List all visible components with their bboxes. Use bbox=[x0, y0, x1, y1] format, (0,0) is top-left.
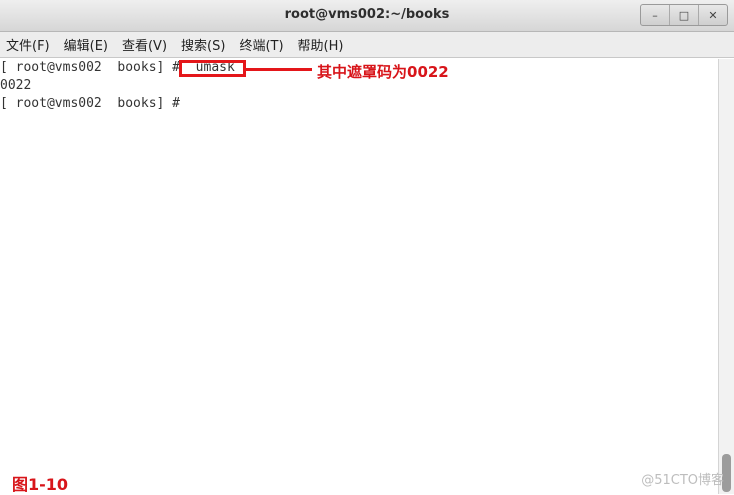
minimize-button[interactable]: – bbox=[641, 5, 669, 25]
menu-view[interactable]: 查看(V) bbox=[122, 35, 167, 54]
terminal-line-output: 0022 bbox=[0, 78, 32, 93]
menu-help[interactable]: 帮助(H) bbox=[298, 35, 344, 54]
callout-line bbox=[246, 68, 312, 71]
figure-label: 图1-10 bbox=[12, 475, 69, 494]
window-title: root@vms002:~/books bbox=[284, 7, 450, 22]
maximize-button[interactable]: □ bbox=[669, 5, 698, 25]
terminal-scrollbar[interactable] bbox=[718, 59, 734, 494]
terminal-output[interactable]: [ root@vms002 books] # umask 0022 [ root… bbox=[0, 59, 718, 494]
menu-search[interactable]: 搜索(S) bbox=[181, 35, 225, 54]
window-titlebar[interactable]: root@vms002:~/books – □ ✕ bbox=[0, 0, 734, 32]
menu-file[interactable]: 文件(F) bbox=[6, 35, 50, 54]
watermark: @51CTO博客 bbox=[641, 473, 724, 488]
minimize-icon: – bbox=[652, 8, 658, 22]
menu-edit[interactable]: 编辑(E) bbox=[64, 35, 108, 54]
highlight-box bbox=[179, 60, 246, 77]
window-controls: – □ ✕ bbox=[640, 4, 728, 26]
close-button[interactable]: ✕ bbox=[698, 5, 727, 25]
close-icon: ✕ bbox=[708, 8, 718, 22]
callout-text: 其中遮罩码为0022 bbox=[317, 63, 449, 81]
menu-bar: 文件(F) 编辑(E) 查看(V) 搜索(S) 终端(T) 帮助(H) bbox=[0, 32, 734, 58]
terminal-line-prompt: [ root@vms002 books] # bbox=[0, 96, 181, 111]
menu-terminal[interactable]: 终端(T) bbox=[239, 35, 283, 54]
maximize-icon: □ bbox=[678, 8, 690, 22]
